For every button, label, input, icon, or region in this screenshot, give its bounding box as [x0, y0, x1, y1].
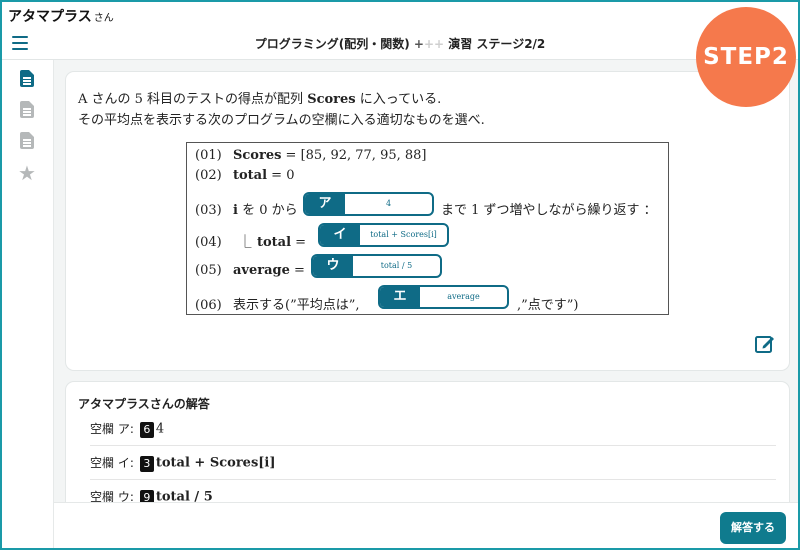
- star-icon[interactable]: ★: [18, 163, 36, 183]
- line-number: (02): [195, 168, 222, 183]
- username: アタマプラス さん: [8, 6, 114, 26]
- title-prefix: プログラミング(配列・関数): [254, 37, 410, 51]
- blank-i-tag: イ: [320, 225, 360, 245]
- plus-dim-icon: ++: [423, 37, 445, 51]
- answer-value: total + Scores[i]: [155, 455, 276, 471]
- code-variable: total: [257, 235, 292, 250]
- code-box: (01) Scores = [85, 92, 77, 95, 88] (02) to…: [186, 142, 669, 315]
- code-line-03: (03) i を 0 から: [195, 199, 298, 218]
- blank-e-tag: エ: [380, 287, 420, 307]
- code-text: 表示する(”平均点は”,: [233, 298, 360, 313]
- username-text: アタマプラス: [8, 9, 92, 25]
- answer-label: 空欄 ア:: [90, 422, 134, 436]
- page-title: プログラミング(配列・関数) +++ 演習 ステージ2/2: [2, 35, 798, 52]
- code-text: まで 1 ずつ増やしながら繰り返す ：: [441, 203, 657, 218]
- answer-label: 空欄 イ:: [90, 456, 134, 470]
- code-text: を 0 から: [237, 203, 298, 218]
- line-number: (06): [195, 298, 222, 313]
- code-text: = [85, 92, 77, 95, 88]: [281, 148, 427, 163]
- blank-i-value: total + Scores[i]: [370, 230, 437, 239]
- edit-icon[interactable]: [755, 334, 775, 354]
- line-number: (01): [195, 148, 222, 163]
- answer-value: 4: [155, 421, 165, 437]
- code-line-04: (04) ⎿ total =: [195, 231, 306, 250]
- blank-e[interactable]: エ average: [378, 285, 509, 309]
- code-text: =: [291, 235, 307, 250]
- code-line-05: (05) average =: [195, 263, 305, 278]
- answer-card: アタマプラスさんの解答 空欄 ア: 6 4 空欄 イ: 3 total + Scores…: [66, 382, 789, 522]
- plus-active-icon: +: [413, 37, 424, 51]
- code-variable: average: [233, 263, 290, 278]
- title-suffix: 演習 ステージ2/2: [448, 37, 546, 51]
- code-variable: Scores: [233, 148, 282, 163]
- blank-u-value: total / 5: [380, 261, 413, 270]
- choice-number-badge: 3: [139, 455, 154, 472]
- code-line-02: (02) total = 0: [195, 168, 294, 183]
- choice-number-badge: 6: [139, 421, 154, 438]
- blank-e-value: average: [447, 292, 480, 301]
- code-line-06-cont: ,”点です”): [517, 294, 579, 313]
- question-line-1: A さんの 5 科目のテストの得点が配列 Scores に入っている.: [78, 89, 485, 110]
- line-number: (05): [195, 263, 222, 278]
- app-frame: アタマプラス さん プログラミング(配列・関数) +++ 演習 ステージ2/2 ★…: [0, 0, 800, 550]
- document-icon[interactable]: [20, 132, 34, 149]
- answer-heading: アタマプラスさんの解答: [78, 397, 210, 411]
- blank-a-tag: ア: [305, 194, 345, 214]
- footer-bar: 解答する: [54, 502, 798, 548]
- submit-answer-button[interactable]: 解答する: [720, 512, 786, 544]
- step-badge: STEP2: [696, 7, 796, 107]
- document-icon[interactable]: [20, 101, 34, 118]
- blank-a[interactable]: ア4: [303, 192, 434, 216]
- title-bar: アタマプラス さん: [2, 2, 798, 26]
- blank-a-value: 4: [385, 199, 392, 208]
- code-text: = 0: [267, 168, 295, 183]
- question-line-1-a: A さんの 5 科目のテストの得点が配列: [78, 92, 308, 107]
- loop-bar-icon: ⎿: [238, 235, 252, 250]
- username-suffix: さん: [93, 13, 114, 24]
- sidebar: ★: [2, 60, 54, 548]
- question-line-2: その平均点を表示する次のプログラムの空欄に入る適切なものを選べ.: [78, 113, 485, 128]
- code-text: =: [289, 263, 305, 278]
- document-icon-active[interactable]: [20, 70, 34, 87]
- question-line-1-b: に入っている.: [355, 92, 442, 107]
- question-text: A さんの 5 科目のテストの得点が配列 Scores に入っている. その平均…: [78, 89, 485, 131]
- answer-row: 空欄 イ: 3 total + Scores[i]: [90, 446, 776, 480]
- header: プログラミング(配列・関数) +++ 演習 ステージ2/2: [2, 26, 798, 60]
- question-card: A さんの 5 科目のテストの得点が配列 Scores に入っている. その平均…: [66, 72, 789, 370]
- line-number: (03): [195, 203, 222, 218]
- blank-i[interactable]: イ total + Scores[i]: [318, 223, 449, 247]
- blank-u[interactable]: ウ total / 5: [311, 254, 442, 278]
- blank-u-tag: ウ: [313, 256, 353, 276]
- code-line-01: (01) Scores = [85, 92, 77, 95, 88]: [195, 148, 427, 163]
- answer-row: 空欄 ア: 6 4: [90, 412, 776, 446]
- code-line-03-cont: まで 1 ずつ増やしながら繰り返す ：: [441, 199, 657, 218]
- line-number: (04): [195, 235, 222, 250]
- code-variable: total: [233, 168, 268, 183]
- code-line-06: (06) 表示する(”平均点は”,: [195, 294, 360, 313]
- question-variable: Scores: [307, 92, 356, 107]
- code-text: ,”点です”): [517, 298, 579, 313]
